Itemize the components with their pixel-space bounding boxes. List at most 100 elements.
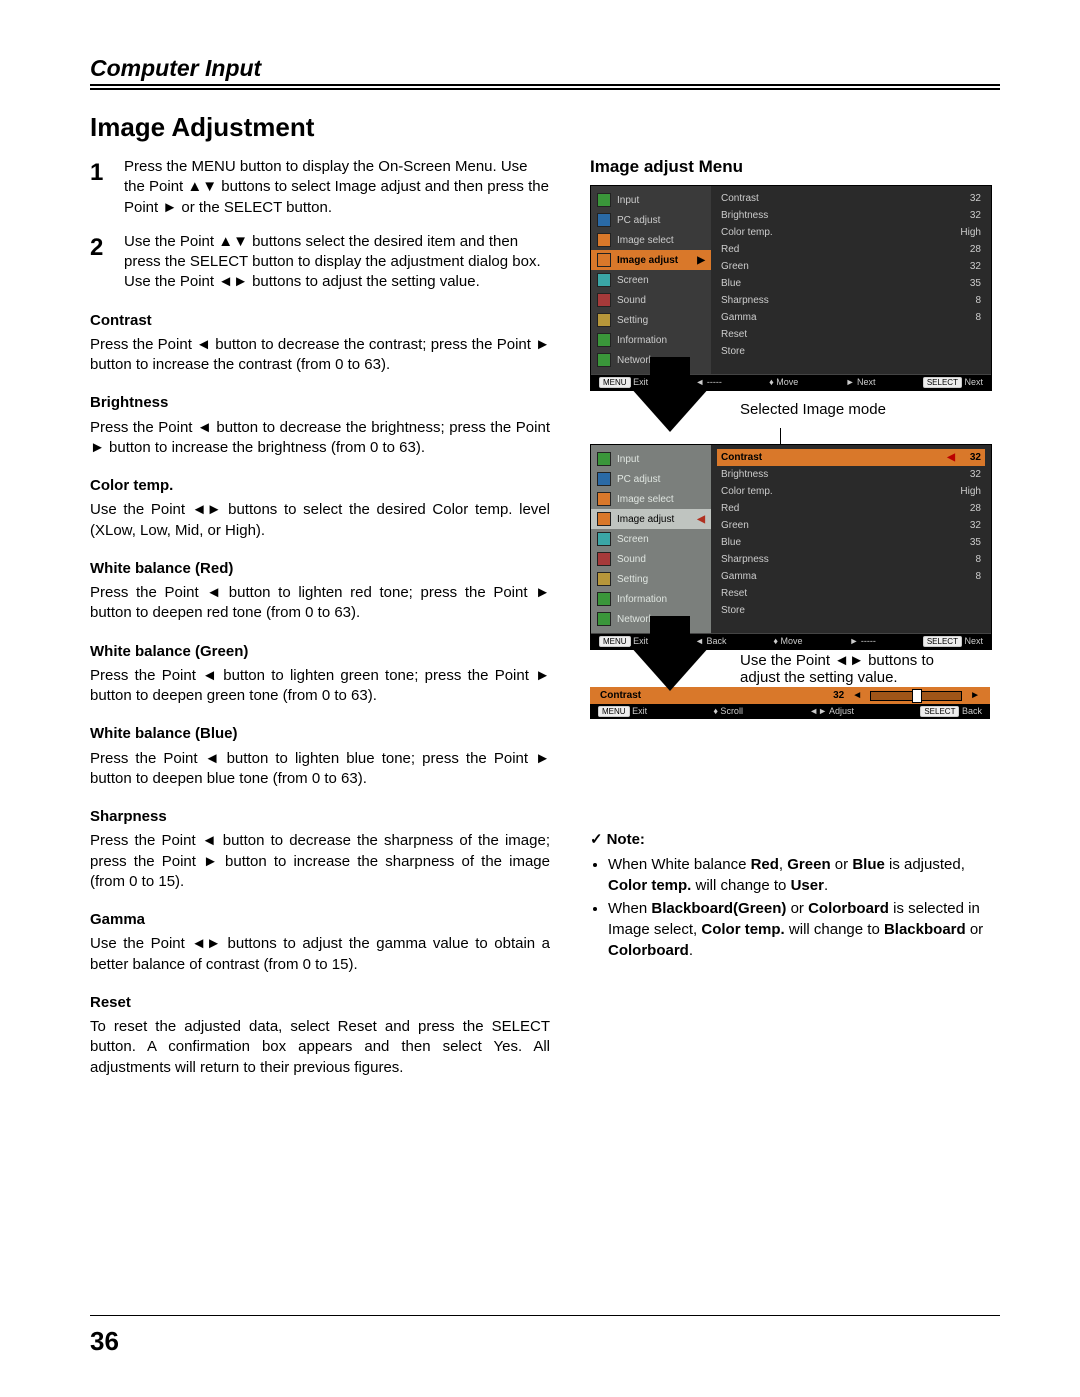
param-key: Brightness [721,469,768,480]
step-1: 1 Press the MENU button to display the O… [90,157,550,218]
osd-param-row[interactable]: Brightness32 [721,207,981,224]
osd-param-row[interactable]: Green32 [721,258,981,275]
slider-value: 32 [833,690,844,701]
param-key: Blue [721,278,741,289]
selected-mode-caption: Selected Image mode [740,401,886,418]
slider-label: Contrast [600,690,641,701]
osd-param-row[interactable]: Gamma8 [721,568,981,585]
setting-desc: Press the Point ◄ button to decrease the… [90,418,550,459]
osd-side-item[interactable]: PC adjust [591,469,711,489]
page-footer: 36 [90,1315,1000,1357]
note-item: When Blackboard(Green) or Colorboard is … [608,898,990,961]
menu-label: PC adjust [617,215,660,226]
menu-label: Input [617,195,639,206]
param-val: 32 [970,452,981,463]
right-column-title: Image adjust Menu [590,157,990,177]
param-val: 8 [975,554,981,565]
osd-param-row[interactable]: Color temp.High [721,483,981,500]
osd-key-next: ► ----- [849,636,875,647]
osd-side-item[interactable]: PC adjust [591,210,711,230]
param-key: Contrast [721,452,762,463]
osd1-main: Contrast32Brightness32Color temp.HighRed… [711,186,991,374]
menu-icon [597,492,611,506]
menu-label: Setting [617,315,648,326]
osd1-sidebar: InputPC adjustImage selectImage adjust▶S… [591,186,711,374]
param-key: Green [721,261,749,272]
param-key: Sharpness [721,554,769,565]
step-text: Use the Point ▲▼ buttons select the desi… [124,232,550,293]
step-number: 2 [90,232,110,293]
osd-side-item[interactable]: Information [591,589,711,609]
osd-param-row[interactable]: Reset [721,585,981,602]
menu-label: Network [617,355,654,366]
osd-side-item[interactable]: Input [591,190,711,210]
osd-param-row[interactable]: Brightness 32 [721,466,981,483]
osd-side-item[interactable]: Image select [591,489,711,509]
osd-param-row[interactable]: Sharpness 8 [721,292,981,309]
param-val: 32 [970,469,981,480]
osd-key-move: ♦ Move [769,377,798,388]
setting-name: White balance (Green) [90,642,550,662]
slider-handle[interactable] [912,689,922,703]
osd-param-row[interactable]: Blue35 [721,534,981,551]
osd-param-row[interactable]: Red28 [721,500,981,517]
menu-icon [597,353,611,367]
osd-key-move: ♦ Move [773,636,802,647]
osd-param-row[interactable]: Store [721,343,981,360]
menu-icon [597,273,611,287]
osd-side-item[interactable]: Screen [591,529,711,549]
osd-side-item[interactable]: Sound [591,290,711,310]
param-key: Sharpness [721,295,769,306]
menu-label: Information [617,594,667,605]
osd-side-item[interactable]: Setting [591,569,711,589]
setting-name: Gamma [90,910,550,930]
setting-name: Reset [90,993,550,1013]
osd-side-item[interactable]: Sound [591,549,711,569]
osd-side-item[interactable]: Image adjust▶ [591,250,711,270]
menu-icon [597,532,611,546]
param-key: Contrast [721,193,759,204]
param-key: Red [721,503,739,514]
osd-side-item[interactable]: Image adjust◀ [591,509,711,529]
menu-icon [597,313,611,327]
setting-desc: Press the Point ◄ button to lighten red … [90,583,550,624]
osd-param-row[interactable]: Green32 [721,517,981,534]
param-val: 28 [970,244,981,255]
osd-side-item[interactable]: Setting [591,310,711,330]
osd-param-row-selected[interactable]: Contrast◀32 [717,449,985,466]
menu-icon [597,213,611,227]
page-title: Image Adjustment [90,112,1000,143]
step-number: 1 [90,157,110,218]
osd-param-row[interactable]: Red28 [721,241,981,258]
osd-param-row[interactable]: Color temp.High [721,224,981,241]
param-val: 8 [975,295,981,306]
osd-param-row[interactable]: Gamma8 [721,309,981,326]
osd-param-row[interactable]: Store [721,602,981,619]
menu-label: PC adjust [617,474,660,485]
osd-side-item[interactable]: Screen [591,270,711,290]
param-key: Store [721,346,745,357]
osd-side-item[interactable]: Input [591,449,711,469]
slider-footer: MENU Exit ♦ Scroll ◄► Adjust SELECT Back [590,704,990,719]
osd-param-row[interactable]: Contrast32 [721,190,981,207]
menu-label: Network [617,614,654,625]
menu-label: Image adjust [617,514,674,525]
menu-icon [597,452,611,466]
menu-label: Sound [617,295,646,306]
menu-icon [597,193,611,207]
note-block: Note: When White balance Red, Green or B… [590,829,990,961]
osd-param-row[interactable]: Blue35 [721,275,981,292]
setting-name: Sharpness [90,807,550,827]
menu-label: Input [617,454,639,465]
osd-param-row[interactable]: Reset [721,326,981,343]
setting-desc: Press the Point ◄ button to decrease the… [90,831,550,892]
osd-side-item[interactable]: Image select [591,230,711,250]
osd-param-row[interactable]: Sharpness 8 [721,551,981,568]
menu-icon [597,572,611,586]
left-column: 1 Press the MENU button to display the O… [90,157,550,1082]
menu-icon [597,333,611,347]
osd-side-item[interactable]: Information [591,330,711,350]
setting-name: Contrast [90,311,550,331]
setting-desc: To reset the adjusted data, select Reset… [90,1017,550,1078]
slider-track[interactable] [870,691,962,701]
